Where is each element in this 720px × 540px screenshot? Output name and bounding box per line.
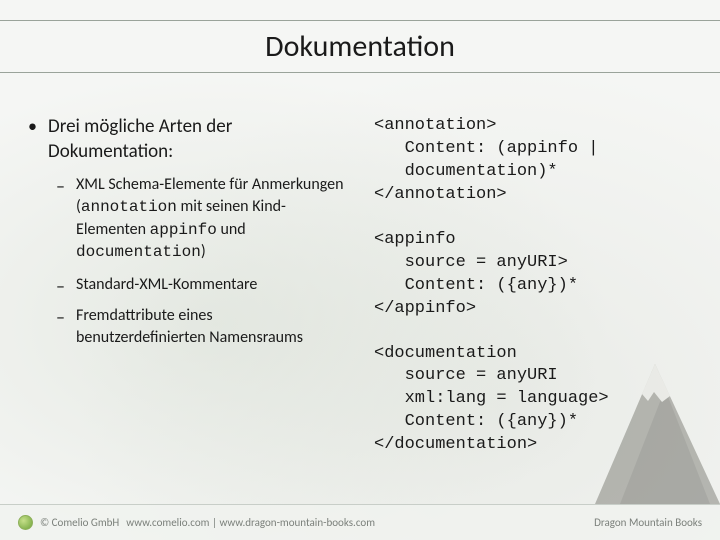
main-list-item: Drei mögliche Arten der Dokumentation: X… xyxy=(24,115,344,349)
code-inline: appinfo xyxy=(150,221,217,239)
page-title: Dokumentation xyxy=(0,28,720,65)
footer: © Comelio GmbH www.comelio.com | www.dra… xyxy=(0,504,720,540)
sub-text: und xyxy=(217,220,246,239)
sub-list: XML Schema-Elemente für Anmerkungen (ann… xyxy=(48,174,344,348)
sub-text: Fremdattribute eines benutzerdefinierten… xyxy=(76,306,303,347)
sub-text: ) xyxy=(201,242,206,261)
content-area: Drei mögliche Arten der Dokumentation: X… xyxy=(0,85,720,479)
code-block-appinfo: <appinfo source = anyURI> Content: ({any… xyxy=(374,229,696,321)
right-column: <annotation> Content: (appinfo | documen… xyxy=(374,115,696,479)
code-inline: documentation xyxy=(76,243,201,261)
sub-list-item: Standard-XML-Kommentare xyxy=(48,274,344,296)
footer-brand: Dragon Mountain Books xyxy=(594,516,702,529)
title-rule xyxy=(0,20,720,21)
footer-url: www.comelio.com | www.dragon-mountain-bo… xyxy=(126,516,375,529)
sub-text: Standard-XML-Kommentare xyxy=(76,275,257,294)
comelio-logo-icon xyxy=(18,515,33,530)
code-inline: annotation xyxy=(81,198,177,216)
left-column: Drei mögliche Arten der Dokumentation: X… xyxy=(24,115,344,479)
footer-copyright: © Comelio GmbH xyxy=(40,516,119,529)
footer-left: © Comelio GmbH www.comelio.com | www.dra… xyxy=(18,515,375,530)
sub-list-item: Fremdattribute eines benutzerdefinierten… xyxy=(48,305,344,348)
main-list: Drei mögliche Arten der Dokumentation: X… xyxy=(24,115,344,349)
code-block-annotation: <annotation> Content: (appinfo | documen… xyxy=(374,115,696,207)
title-area: Dokumentation xyxy=(0,0,720,85)
code-block-documentation: <documentation source = anyURI xml:lang … xyxy=(374,343,696,458)
title-rule xyxy=(0,72,720,73)
footer-right: Dragon Mountain Books xyxy=(594,516,702,529)
main-item-text: Drei mögliche Arten der Dokumentation: xyxy=(48,115,232,163)
sub-list-item: XML Schema-Elemente für Anmerkungen (ann… xyxy=(48,174,344,263)
